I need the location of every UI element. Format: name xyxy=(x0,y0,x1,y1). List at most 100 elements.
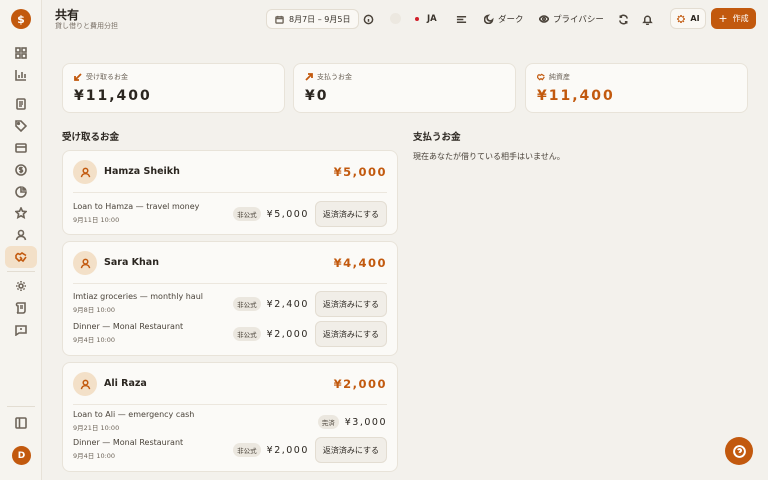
notifications-button[interactable] xyxy=(638,10,656,28)
nav-settings[interactable] xyxy=(0,275,42,297)
sidebar-toggle-icon xyxy=(15,417,27,429)
nav-analytics[interactable] xyxy=(0,181,42,203)
nav-budget[interactable] xyxy=(0,159,42,181)
nav-feedback[interactable] xyxy=(0,319,42,341)
summary-card-payable: 支払うお金 ¥0 xyxy=(293,63,516,113)
moon-icon xyxy=(484,14,494,24)
gear-icon xyxy=(16,281,26,291)
debt-amount: ¥5,000 xyxy=(266,208,309,220)
menu-button[interactable] xyxy=(452,10,470,28)
menu-lines-icon xyxy=(456,15,466,23)
divider xyxy=(73,404,387,405)
nav-transactions[interactable] xyxy=(0,93,42,115)
avatar xyxy=(73,251,97,275)
nav-accounts[interactable] xyxy=(0,137,42,159)
refresh-button[interactable] xyxy=(614,10,632,28)
debt-description: Imtiaz groceries — monthly haul xyxy=(73,292,203,301)
plus-icon: + xyxy=(718,12,728,25)
info-icon xyxy=(363,14,373,24)
debt-description: Loan to Hamza — travel money xyxy=(73,202,200,211)
user-icon xyxy=(80,167,90,177)
person-total: ¥2,000 xyxy=(333,377,387,391)
debt-date: 9月11日 10:00 xyxy=(73,216,120,224)
bell-icon xyxy=(641,15,653,25)
summary-card-receivable: 受け取るお金 ¥11,400 xyxy=(62,63,285,113)
create-button[interactable]: + 作成 xyxy=(711,8,756,29)
page-subtitle: 貸し借りと費用分担 xyxy=(55,22,118,30)
summary-label: 純資産 xyxy=(549,73,570,81)
person-total: ¥5,000 xyxy=(333,165,387,179)
date-info-button[interactable] xyxy=(359,10,377,28)
person-card: Hamza Sheikh ¥5,000 Loan to Hamza — trav… xyxy=(62,150,398,235)
mark-repaid-button[interactable]: 返済済みにする xyxy=(314,201,387,227)
handshake-icon xyxy=(537,73,545,81)
debt-date: 9月4日 10:00 xyxy=(73,336,116,344)
wallet-icon xyxy=(15,143,27,153)
status-badge: 完済 xyxy=(317,415,339,429)
sidebar-divider xyxy=(7,271,35,272)
avatar xyxy=(73,372,97,396)
user-avatar[interactable]: D xyxy=(12,446,31,465)
sparkle-icon xyxy=(677,14,686,23)
eye-icon xyxy=(539,15,549,23)
nav-reports[interactable] xyxy=(0,64,42,86)
question-icon xyxy=(732,444,746,458)
privacy-label: プライバシー xyxy=(553,15,604,25)
nav-sharing[interactable] xyxy=(5,246,37,268)
nav-docs[interactable] xyxy=(0,297,42,319)
debt-description: Loan to Ali — emergency cash xyxy=(73,410,195,419)
nav-collapse-sidebar[interactable] xyxy=(0,412,42,434)
calendar-icon xyxy=(275,15,284,24)
debt-amount: ¥2,000 xyxy=(266,328,309,340)
divider xyxy=(73,283,387,284)
debt-description: Dinner — Monal Restaurant xyxy=(73,322,184,331)
status-badge: 非公式 xyxy=(233,297,261,311)
person-name: Sara Khan xyxy=(104,257,159,268)
nav-favorites[interactable] xyxy=(0,202,42,224)
user-icon xyxy=(80,258,90,268)
status-indicator xyxy=(390,13,401,24)
person-card: Ali Raza ¥2,000 Loan to Ali — emergency … xyxy=(62,362,398,472)
grid-icon xyxy=(15,47,27,59)
sidebar-divider xyxy=(7,406,35,407)
theme-label: ダーク xyxy=(498,15,524,25)
person-name: Ali Raza xyxy=(104,378,147,389)
person-total: ¥4,400 xyxy=(333,256,387,270)
debt-row: Loan to Ali — emergency cash 9月21日 10:00… xyxy=(73,408,387,436)
debt-date: 9月8日 10:00 xyxy=(73,306,116,314)
debt-row: Dinner — Monal Restaurant 9月4日 10:00 非公式… xyxy=(73,436,387,464)
status-badge: 非公式 xyxy=(233,443,261,457)
receivable-section-title: 受け取るお金 xyxy=(62,132,120,143)
app-logo[interactable]: $ xyxy=(11,9,31,29)
pie-chart-icon xyxy=(15,186,27,198)
summary-label: 支払うお金 xyxy=(317,73,352,81)
user-icon xyxy=(15,229,27,241)
handshake-icon xyxy=(15,252,27,263)
nav-contacts[interactable] xyxy=(0,224,42,246)
mark-repaid-button[interactable]: 返済済みにする xyxy=(314,321,387,347)
mark-repaid-button[interactable]: 返済済みにする xyxy=(314,291,387,317)
language-switcher[interactable]: JA xyxy=(415,10,437,28)
nav-dashboard[interactable] xyxy=(0,42,42,64)
document-icon xyxy=(16,98,26,110)
status-badge: 非公式 xyxy=(233,327,261,341)
theme-toggle[interactable]: ダーク xyxy=(484,10,524,28)
date-range-picker[interactable]: 8月7日 – 9月5日 xyxy=(266,9,360,29)
tag-icon xyxy=(15,120,27,132)
refresh-icon xyxy=(618,14,628,24)
ai-button[interactable]: AI xyxy=(670,8,706,29)
flag-icon xyxy=(415,17,419,21)
privacy-toggle[interactable]: プライバシー xyxy=(539,10,604,28)
arrow-down-left-icon xyxy=(74,73,82,81)
star-icon xyxy=(15,207,27,219)
debt-amount: ¥2,000 xyxy=(266,444,309,456)
help-button[interactable] xyxy=(725,437,753,465)
nav-tags[interactable] xyxy=(0,115,42,137)
debt-row: Imtiaz groceries — monthly haul 9月8日 10:… xyxy=(73,290,387,318)
status-badge: 非公式 xyxy=(233,207,261,221)
debt-date: 9月21日 10:00 xyxy=(73,424,120,432)
payable-section-title: 支払うお金 xyxy=(413,132,461,143)
mark-repaid-button[interactable]: 返済済みにする xyxy=(314,437,387,463)
summary-value: ¥11,400 xyxy=(537,88,615,104)
create-label: 作成 xyxy=(732,14,749,23)
